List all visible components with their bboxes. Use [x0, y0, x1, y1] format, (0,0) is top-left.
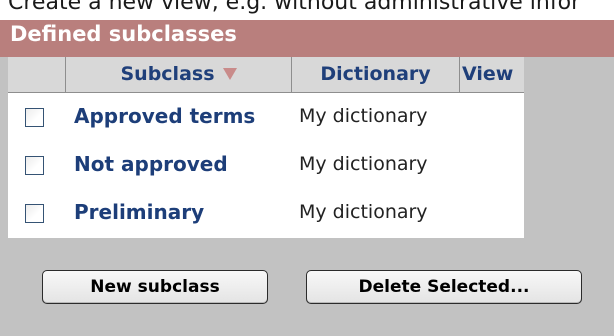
- header-subclass-label: Subclass: [120, 63, 215, 85]
- new-subclass-button[interactable]: New subclass: [42, 270, 268, 304]
- table-row: Approved terms My dictionary: [8, 94, 524, 142]
- subclass-link[interactable]: Approved terms: [74, 104, 255, 128]
- dictionary-cell: My dictionary: [299, 153, 428, 175]
- panel-header: Defined subclasses: [0, 20, 614, 57]
- header-checkbox-column: [8, 57, 66, 92]
- dictionary-cell: My dictionary: [299, 201, 428, 223]
- row-checkbox[interactable]: [25, 156, 44, 175]
- panel-title: Defined subclasses: [10, 22, 237, 46]
- header-dictionary[interactable]: Dictionary: [292, 57, 460, 92]
- delete-selected-button[interactable]: Delete Selected...: [306, 270, 582, 304]
- header-subclass[interactable]: Subclass: [66, 57, 292, 92]
- row-checkbox[interactable]: [25, 108, 44, 127]
- table-header-row: Subclass Dictionary View: [8, 57, 524, 93]
- header-view-label: View: [462, 63, 514, 85]
- intro-text-strip: Create a new view, e.g. without administ…: [0, 0, 614, 20]
- table-row: Not approved My dictionary: [8, 142, 524, 190]
- sort-descending-icon: [222, 67, 237, 80]
- intro-text: Create a new view, e.g. without administ…: [8, 0, 581, 15]
- row-checkbox[interactable]: [25, 204, 44, 223]
- subclass-link[interactable]: Not approved: [74, 152, 228, 176]
- header-dictionary-label: Dictionary: [320, 63, 431, 85]
- dictionary-cell: My dictionary: [299, 105, 428, 127]
- subclasses-table: Subclass Dictionary View Approved terms …: [8, 57, 524, 238]
- header-view[interactable]: View: [460, 57, 524, 92]
- subclass-link[interactable]: Preliminary: [74, 200, 204, 224]
- table-row: Preliminary My dictionary: [8, 190, 524, 238]
